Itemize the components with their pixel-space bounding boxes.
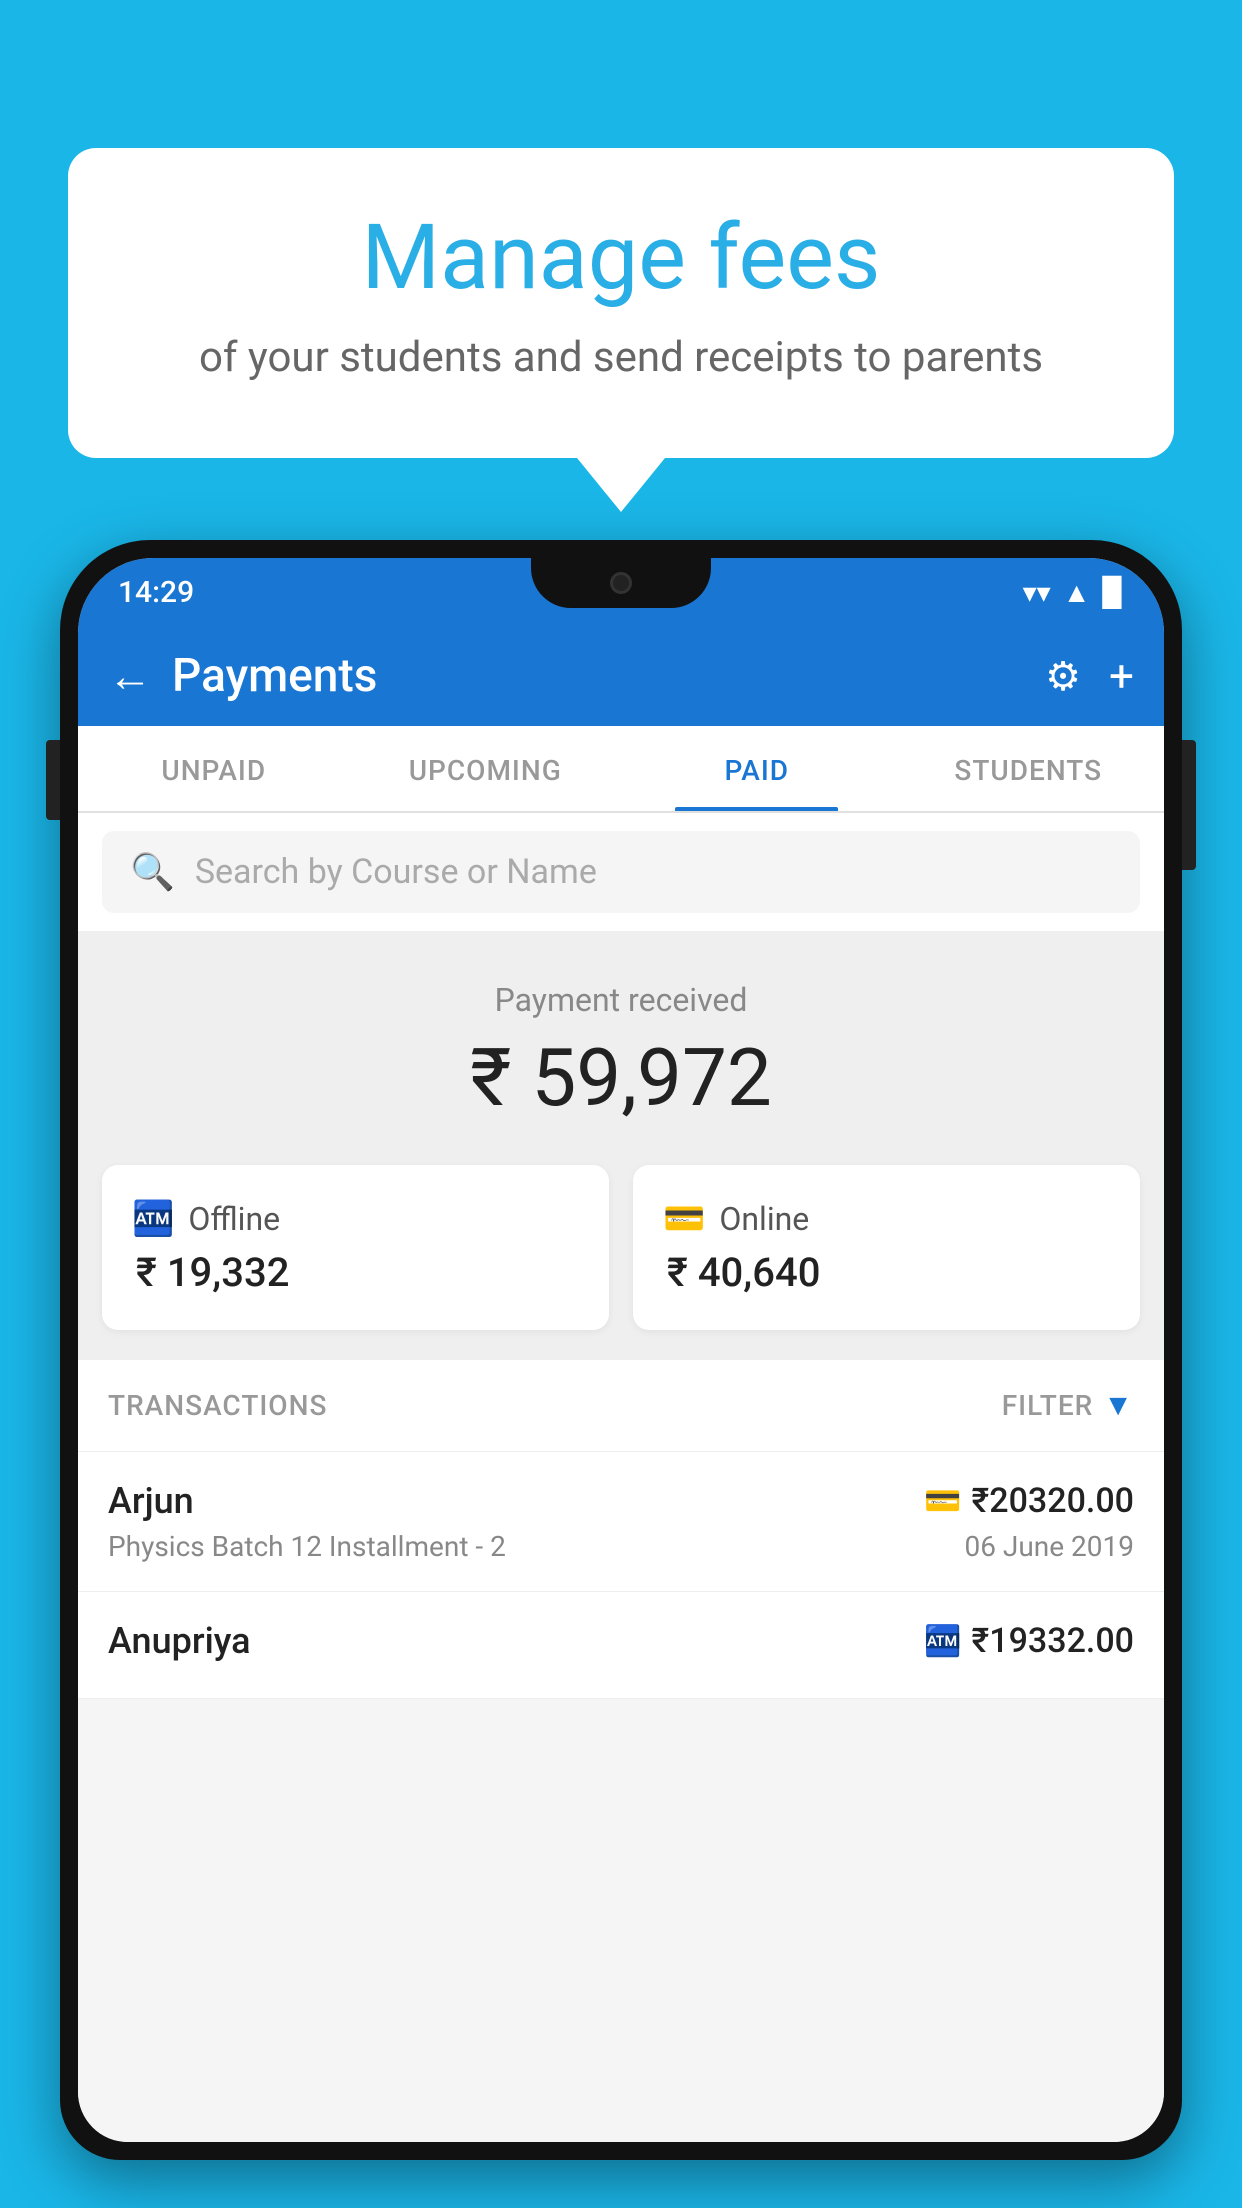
offline-payment-card: 🏧 Offline ₹ 19,332 [102, 1165, 609, 1330]
header-actions: ⚙ + [1045, 650, 1134, 702]
transactions-header: TRANSACTIONS FILTER ▼ [78, 1360, 1164, 1452]
speech-bubble-tail [577, 458, 665, 512]
tabs-bar: UNPAID UPCOMING PAID STUDENTS [78, 726, 1164, 813]
payment-cards: 🏧 Offline ₹ 19,332 💳 Online ₹ 40,640 [78, 1165, 1164, 1360]
settings-button[interactable]: ⚙ [1045, 653, 1081, 700]
transaction-amount-wrap-1: 💳 ₹20320.00 [924, 1481, 1134, 1521]
speech-bubble-title: Manage fees [148, 208, 1094, 307]
filter-button[interactable]: FILTER ▼ [1002, 1388, 1134, 1423]
back-button[interactable]: ← [108, 654, 152, 698]
status-icons: ▾▾ ▲ ▉ [1023, 576, 1124, 609]
online-card-header: 💳 Online [663, 1199, 1110, 1239]
transaction-amount-2: ₹19332.00 [972, 1621, 1134, 1661]
phone-mockup: 14:29 ▾▾ ▲ ▉ ← Payments ⚙ + [60, 540, 1182, 2208]
table-row[interactable]: Anupriya 🏧 ₹19332.00 [78, 1592, 1164, 1699]
status-bar: 14:29 ▾▾ ▲ ▉ [78, 558, 1164, 626]
search-container: 🔍 Search by Course or Name [78, 813, 1164, 931]
offline-icon: 🏧 [132, 1199, 174, 1239]
header-title: Payments [172, 649, 1045, 703]
cash-mode-icon-2: 🏧 [924, 1624, 961, 1659]
tab-unpaid[interactable]: UNPAID [78, 726, 350, 811]
search-icon: 🔍 [130, 851, 175, 893]
speech-bubble: Manage fees of your students and send re… [68, 148, 1174, 458]
online-amount: ₹ 40,640 [663, 1249, 1110, 1296]
transaction-bottom-1: Physics Batch 12 Installment - 2 06 June… [108, 1530, 1134, 1563]
speech-bubble-section: Manage fees of your students and send re… [68, 148, 1174, 512]
camera-dot [610, 572, 632, 594]
offline-card-header: 🏧 Offline [132, 1199, 579, 1239]
online-icon: 💳 [663, 1199, 705, 1239]
status-time: 14:29 [118, 575, 194, 610]
offline-amount: ₹ 19,332 [132, 1249, 579, 1296]
tab-students[interactable]: STUDENTS [893, 726, 1165, 811]
signal-icon: ▲ [1063, 576, 1091, 609]
phone-screen: 14:29 ▾▾ ▲ ▉ ← Payments ⚙ + [78, 558, 1164, 2142]
tab-paid[interactable]: PAID [621, 726, 893, 811]
app-header: ← Payments ⚙ + [78, 626, 1164, 726]
transactions-label: TRANSACTIONS [108, 1389, 327, 1422]
filter-label: FILTER [1002, 1389, 1094, 1422]
wifi-icon: ▾▾ [1023, 576, 1051, 609]
filter-icon: ▼ [1103, 1388, 1134, 1423]
tab-upcoming[interactable]: UPCOMING [350, 726, 622, 811]
notch [531, 558, 711, 608]
phone-outer: 14:29 ▾▾ ▲ ▉ ← Payments ⚙ + [60, 540, 1182, 2160]
payment-received-section: Payment received ₹ 59,972 [78, 931, 1164, 1165]
payment-received-amount: ₹ 59,972 [108, 1031, 1134, 1125]
transaction-name-1: Arjun [108, 1480, 194, 1522]
transaction-top-2: Anupriya 🏧 ₹19332.00 [108, 1620, 1134, 1662]
battery-icon: ▉ [1102, 576, 1124, 609]
transaction-amount-1: ₹20320.00 [972, 1481, 1134, 1521]
search-input[interactable]: Search by Course or Name [195, 852, 597, 892]
content-area: 🔍 Search by Course or Name Payment recei… [78, 813, 1164, 2142]
transaction-name-2: Anupriya [108, 1620, 251, 1662]
speech-bubble-subtitle: of your students and send receipts to pa… [148, 329, 1094, 388]
table-row[interactable]: Arjun 💳 ₹20320.00 Physics Batch 12 Insta… [78, 1452, 1164, 1592]
search-box[interactable]: 🔍 Search by Course or Name [102, 831, 1140, 913]
online-payment-card: 💳 Online ₹ 40,640 [633, 1165, 1140, 1330]
payment-received-label: Payment received [108, 981, 1134, 1019]
transaction-amount-wrap-2: 🏧 ₹19332.00 [924, 1621, 1134, 1661]
card-mode-icon-1: 💳 [924, 1484, 961, 1519]
transaction-course-1: Physics Batch 12 Installment - 2 [108, 1530, 506, 1563]
online-type: Online [719, 1200, 809, 1238]
transaction-date-1: 06 June 2019 [964, 1530, 1134, 1563]
transaction-top-1: Arjun 💳 ₹20320.00 [108, 1480, 1134, 1522]
offline-type: Offline [188, 1200, 280, 1238]
add-button[interactable]: + [1109, 650, 1134, 702]
